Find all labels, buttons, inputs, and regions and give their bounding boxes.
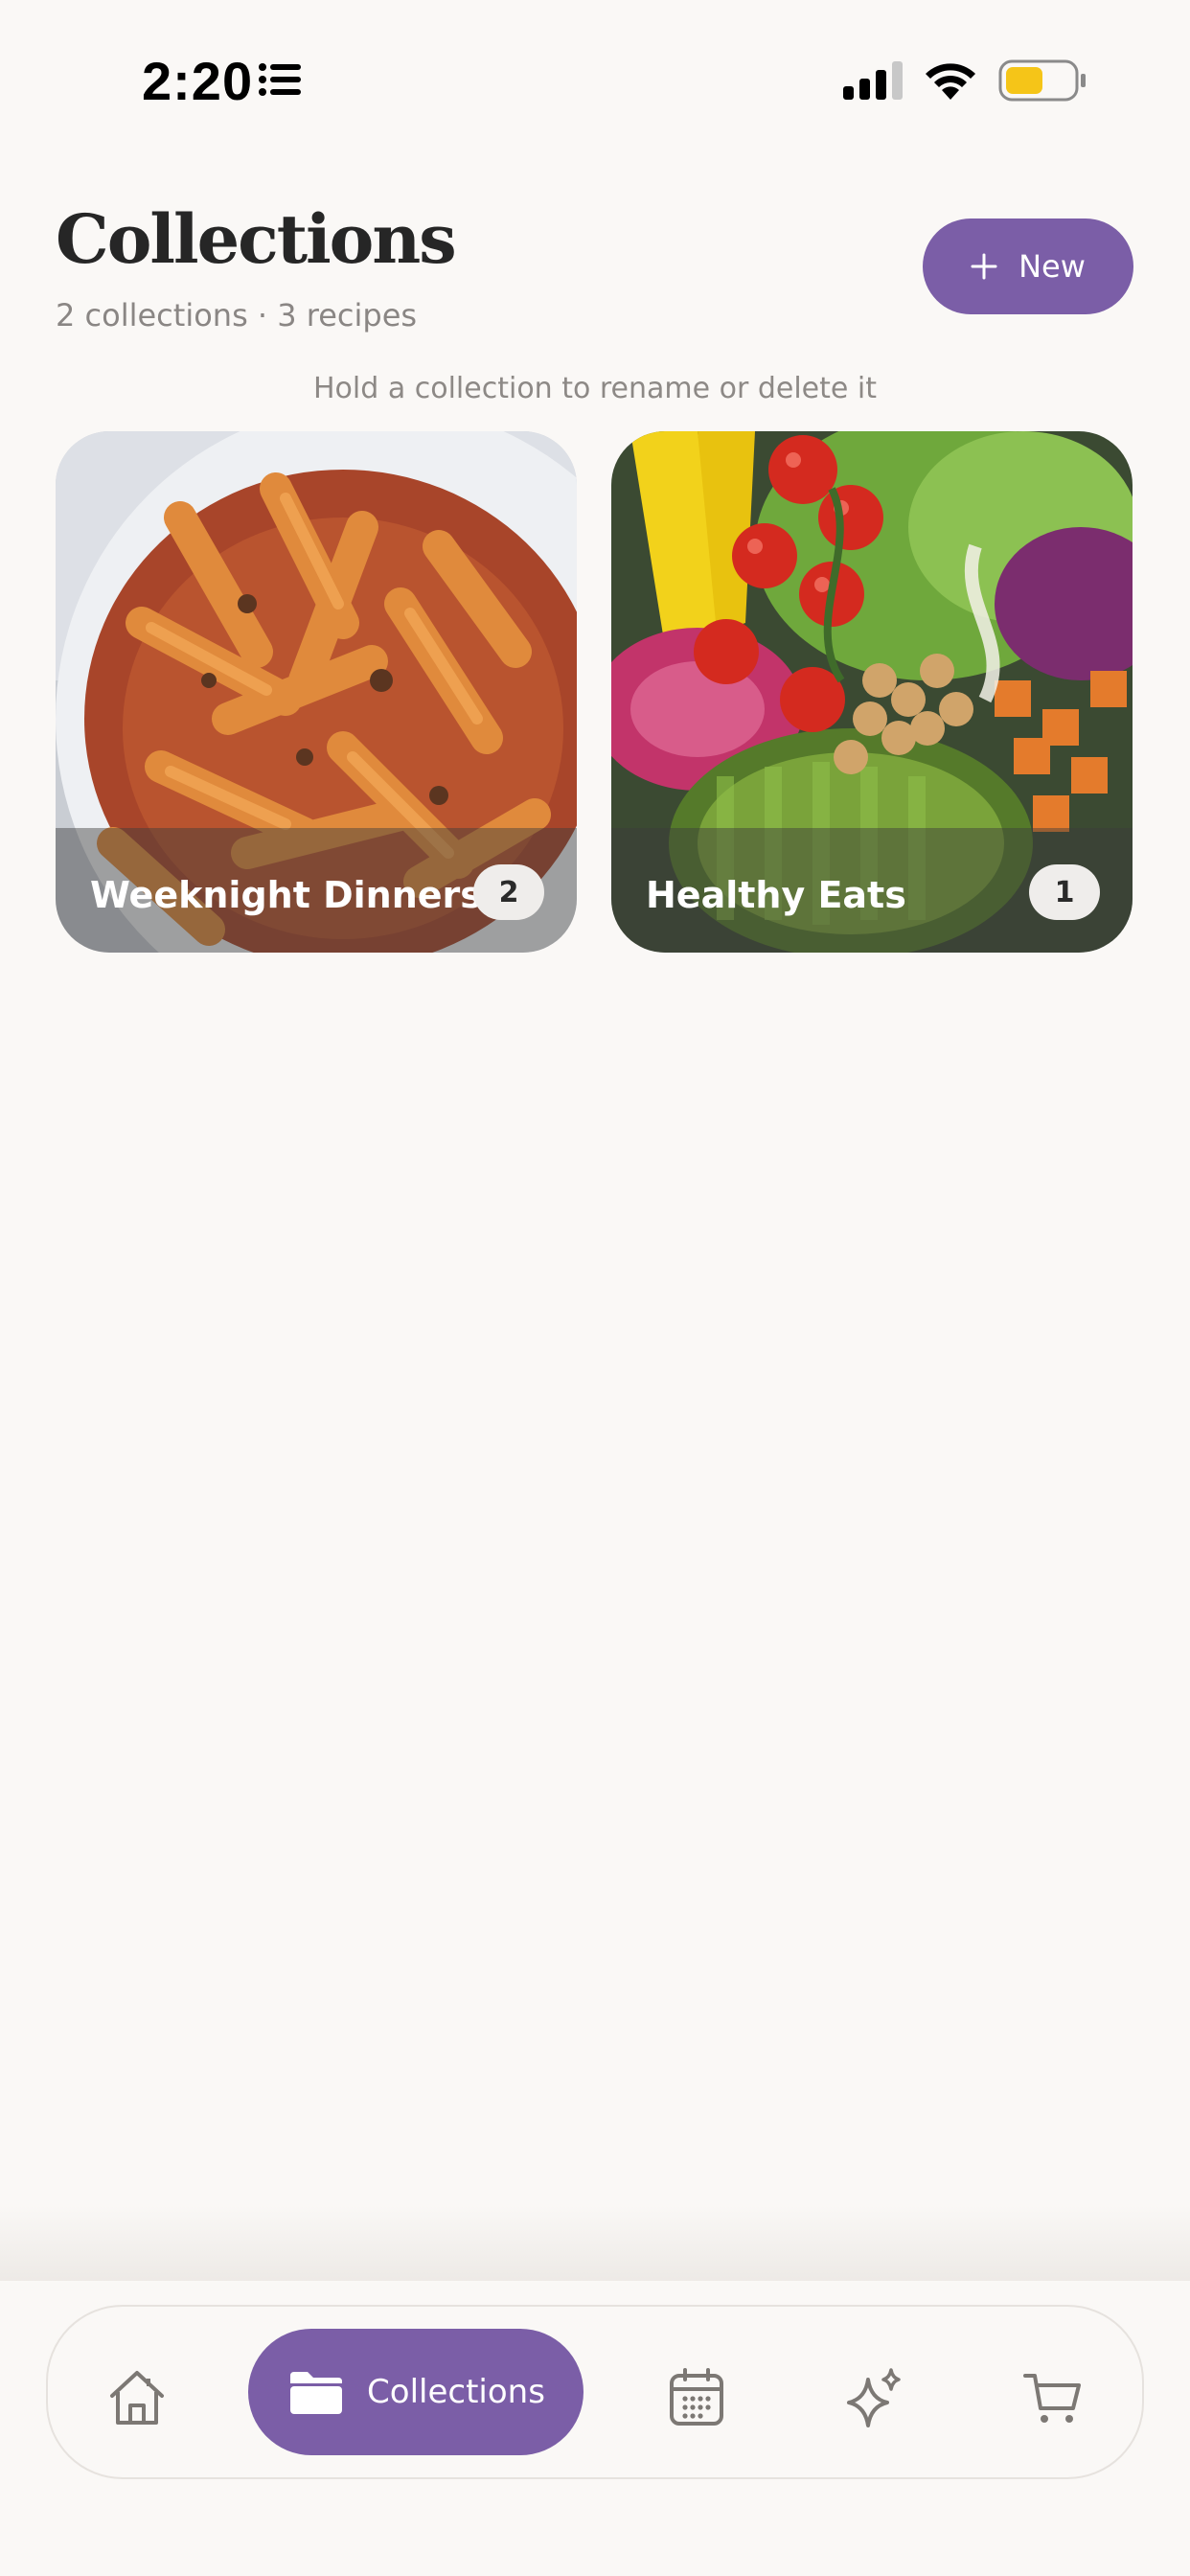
nav-shadow <box>0 2204 1190 2281</box>
collection-title: Healthy Eats <box>646 874 906 916</box>
nav-home[interactable] <box>103 2367 171 2428</box>
hint-text: Hold a collection to rename or delete it <box>313 372 877 405</box>
plus-icon <box>971 253 997 280</box>
calendar-icon <box>670 2368 723 2426</box>
bottom-nav-bar <box>46 2305 1144 2479</box>
cart-icon <box>1023 2374 1081 2423</box>
signal-icon <box>843 61 903 100</box>
status-bar: 2:20 <box>0 0 1190 163</box>
wifi-icon <box>926 63 975 100</box>
collection-title: Weeknight Dinners <box>90 874 482 916</box>
collection-card-weeknight-dinners[interactable]: Weeknight Dinners 2 <box>56 431 577 953</box>
page-title: Collections <box>56 199 457 279</box>
list-icon <box>259 63 301 96</box>
nav-collections[interactable]: Collections <box>248 2329 584 2455</box>
recipe-count-badge: 2 <box>473 864 544 920</box>
nav-shopping[interactable] <box>1019 2367 1087 2428</box>
nav-collections-label: Collections <box>367 2373 545 2411</box>
page-subtitle: 2 collections · 3 recipes <box>56 297 418 334</box>
folder-icon <box>290 2372 343 2414</box>
new-collection-button[interactable]: New <box>923 218 1133 314</box>
new-button-label: New <box>1018 248 1086 285</box>
recipe-count-badge: 1 <box>1029 864 1100 920</box>
home-icon <box>110 2371 164 2425</box>
nav-discover[interactable] <box>841 2367 908 2428</box>
status-time: 2:20 <box>142 51 254 111</box>
nav-calendar[interactable] <box>663 2367 730 2428</box>
battery-icon <box>998 59 1086 102</box>
sparkle-icon <box>847 2368 901 2427</box>
collection-card-healthy-eats[interactable]: Healthy Eats 1 <box>611 431 1133 953</box>
